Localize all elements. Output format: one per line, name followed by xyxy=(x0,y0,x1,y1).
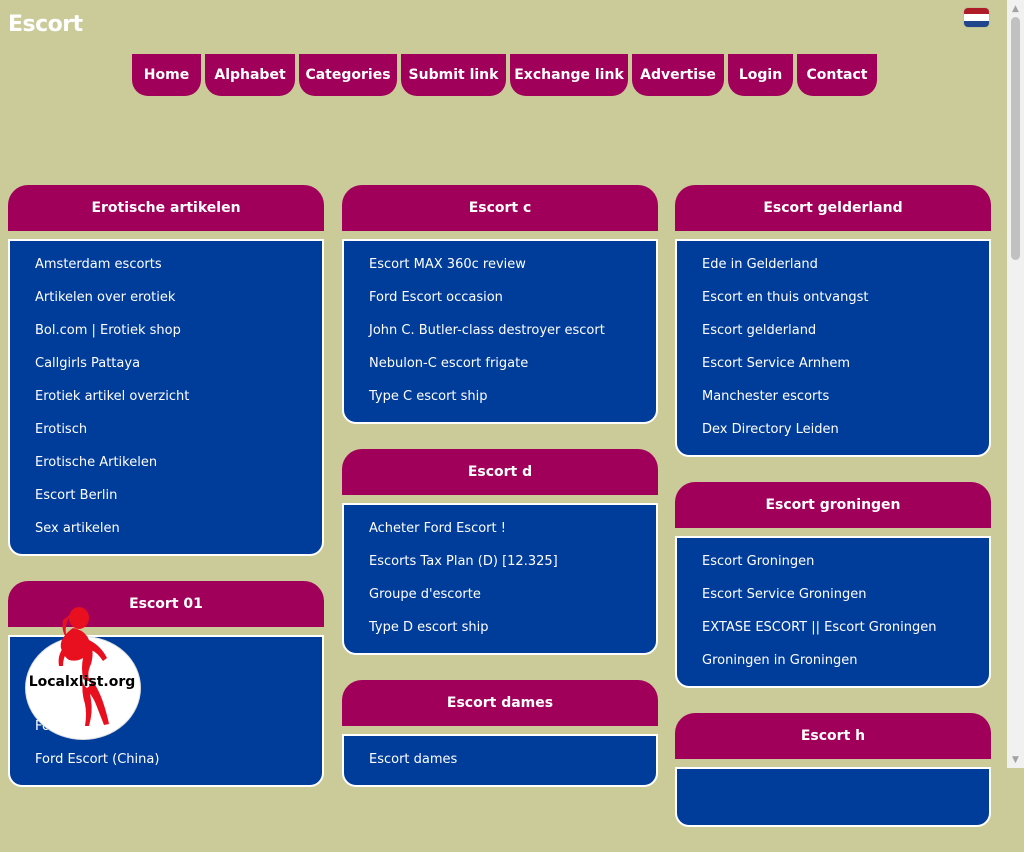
category-title[interactable]: Erotische artikelen xyxy=(8,185,324,231)
list-link[interactable]: Escort dames xyxy=(344,745,656,778)
nav-contact[interactable]: Contact xyxy=(797,54,877,96)
category-title[interactable]: Escort c xyxy=(342,185,658,231)
list-link[interactable]: Escort Berlin xyxy=(10,481,322,514)
list-link[interactable]: Escort Groningen xyxy=(677,547,989,580)
nav-home[interactable]: Home xyxy=(132,54,201,96)
list-link[interactable]: Escort gelderland xyxy=(677,316,989,349)
list-link[interactable]: Escort Service Groningen xyxy=(677,580,989,613)
list-link[interactable]: Escort Service Arnhem xyxy=(677,349,989,382)
category-box: Escort groningen Escort Groningen Escort… xyxy=(675,482,991,688)
category-title[interactable]: Escort gelderland xyxy=(675,185,991,231)
link-list: Acheter Ford Escort ! Escorts Tax Plan (… xyxy=(342,503,658,655)
list-link[interactable]: Groningen in Groningen xyxy=(677,646,989,679)
list-link[interactable]: Manchester escorts xyxy=(677,382,989,415)
list-link[interactable]: Type C escort ship xyxy=(344,382,656,415)
link-list: Escort dames xyxy=(342,734,658,787)
column-3: Escort gelderland Ede in Gelderland Esco… xyxy=(675,185,991,852)
list-link[interactable]: Ford Escort (China) xyxy=(10,745,322,778)
list-link[interactable]: Bol.com | Erotiek shop xyxy=(10,316,322,349)
list-link[interactable]: Escort MAX 360c review xyxy=(344,250,656,283)
scroll-thumb[interactable] xyxy=(1011,17,1020,260)
list-link[interactable]: EXTASE ESCORT || Escort Groningen xyxy=(677,613,989,646)
category-box: Escort c Escort MAX 360c review Ford Esc… xyxy=(342,185,658,424)
category-box: Escort gelderland Ede in Gelderland Esco… xyxy=(675,185,991,457)
list-link[interactable]: Artikelen over erotiek xyxy=(10,283,322,316)
list-link[interactable]: Erotisch xyxy=(10,415,322,448)
category-title[interactable]: Escort groningen xyxy=(675,482,991,528)
list-link[interactable]: Nebulon-C escort frigate xyxy=(344,349,656,382)
category-title[interactable]: Escort dames xyxy=(342,680,658,726)
link-list: Amsterdam escorts Artikelen over erotiek… xyxy=(8,239,324,556)
main-nav: Home Alphabet Categories Submit link Exc… xyxy=(132,54,881,96)
list-link[interactable]: Escorts Tax Plan (D) [12.325] xyxy=(344,547,656,580)
list-link[interactable]: Ford Escort occasion xyxy=(344,283,656,316)
link-list: Escort MAX 360c review Ford Escort occas… xyxy=(342,239,658,424)
column-2: Escort c Escort MAX 360c review Ford Esc… xyxy=(342,185,658,812)
list-link[interactable]: Ede in Gelderland xyxy=(677,250,989,283)
category-box: Escort h xyxy=(675,713,991,827)
nav-categories[interactable]: Categories xyxy=(299,54,397,96)
list-link[interactable]: Type D escort ship xyxy=(344,613,656,646)
nav-alphabet[interactable]: Alphabet xyxy=(205,54,295,96)
nav-advertise[interactable]: Advertise xyxy=(632,54,724,96)
site-title[interactable]: Escort xyxy=(8,12,83,37)
nav-exchange-link[interactable]: Exchange link xyxy=(510,54,628,96)
list-link[interactable]: Groupe d'escorte xyxy=(344,580,656,613)
localxlist-badge[interactable]: Localxlist.org xyxy=(25,607,141,740)
list-link[interactable]: Escort en thuis ontvangst xyxy=(677,283,989,316)
list-link[interactable]: Erotische Artikelen xyxy=(10,448,322,481)
netherlands-flag-icon[interactable] xyxy=(964,8,989,27)
category-title[interactable]: Escort h xyxy=(675,713,991,759)
list-link[interactable]: John C. Butler-class destroyer escort xyxy=(344,316,656,349)
vertical-scrollbar[interactable]: ▲ ▼ xyxy=(1007,0,1024,768)
list-link[interactable]: Erotiek artikel overzicht xyxy=(10,382,322,415)
link-list: Escort Groningen Escort Service Groninge… xyxy=(675,536,991,688)
scroll-down-arrow-icon[interactable]: ▼ xyxy=(1007,751,1024,768)
list-link[interactable]: Amsterdam escorts xyxy=(10,250,322,283)
badge-text: Localxlist.org xyxy=(28,674,136,690)
category-box: Erotische artikelen Amsterdam escorts Ar… xyxy=(8,185,324,556)
category-box: Escort dames Escort dames xyxy=(342,680,658,787)
list-link[interactable]: Callgirls Pattaya xyxy=(10,349,322,382)
category-box: Escort d Acheter Ford Escort ! Escorts T… xyxy=(342,449,658,655)
list-link[interactable]: Sex artikelen xyxy=(10,514,322,547)
link-list: Ede in Gelderland Escort en thuis ontvan… xyxy=(675,239,991,457)
nav-submit-link[interactable]: Submit link xyxy=(401,54,506,96)
nav-login[interactable]: Login xyxy=(728,54,793,96)
link-list xyxy=(675,767,991,827)
woman-silhouette-icon xyxy=(58,607,109,726)
list-link[interactable]: Acheter Ford Escort ! xyxy=(344,514,656,547)
category-title[interactable]: Escort d xyxy=(342,449,658,495)
scroll-up-arrow-icon[interactable]: ▲ xyxy=(1007,0,1024,17)
list-link[interactable]: Dex Directory Leiden xyxy=(677,415,989,448)
